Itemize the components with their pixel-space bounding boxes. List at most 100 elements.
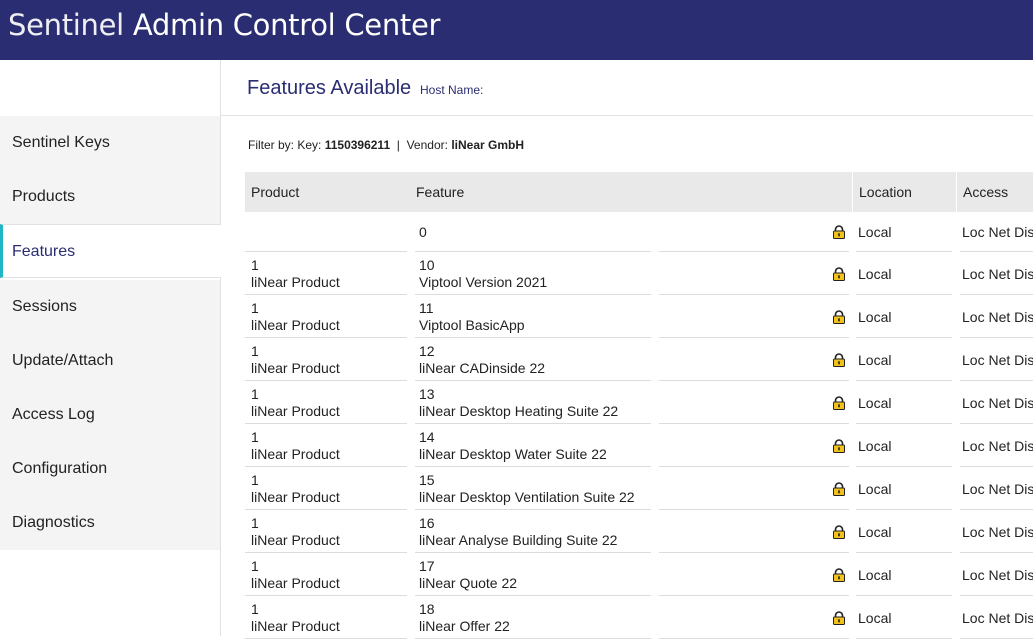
- top-bar: Sentinel Admin Control Center: [0, 0, 1033, 60]
- table-header: Product Feature Location Access: [245, 172, 1033, 212]
- access-value: Loc Net Dis: [962, 609, 1033, 626]
- main-content: Features Available Host Name: Filter by:…: [221, 60, 1033, 639]
- app-title-brand: Sentinel: [8, 8, 124, 42]
- filter-key[interactable]: 1150396211: [325, 138, 390, 152]
- sidebar-item-access-log[interactable]: Access Log: [0, 388, 220, 442]
- lock-icon: [832, 438, 846, 453]
- feature-name: liNear Desktop Heating Suite 22: [419, 403, 619, 419]
- location-value: Local: [858, 224, 892, 240]
- table-row[interactable]: 1 liNear Product 14 liNear Desktop Water Su…: [245, 424, 1033, 467]
- feature-name: liNear Analyse Building Suite 22: [419, 532, 618, 548]
- lock-icon: [832, 309, 846, 324]
- product-id: 1: [251, 343, 259, 359]
- product-id: 1: [251, 558, 259, 574]
- filter-vendor[interactable]: liNear GmbH: [451, 138, 524, 152]
- location-value: Local: [858, 265, 892, 282]
- lock-icon: [832, 225, 846, 239]
- product-id: 1: [251, 386, 259, 402]
- page-title: Features Available: [247, 77, 412, 99]
- lock-icon: [832, 266, 846, 281]
- lock-icon: [832, 524, 846, 539]
- sidebar: Sentinel Keys Products Features Sessions…: [0, 60, 221, 636]
- product-name: liNear Product: [251, 360, 340, 376]
- product-name: liNear Product: [251, 403, 340, 419]
- app-title-name: Admin Control Center: [132, 8, 441, 42]
- table-row[interactable]: 1 liNear Product 15 liNear Desktop Ventilat…: [245, 467, 1033, 510]
- access-value: Loc Net Dis: [962, 224, 1033, 240]
- lock-icon: [832, 352, 846, 367]
- access-value: Loc Net Dis: [962, 566, 1033, 583]
- feature-id: 13: [419, 386, 435, 402]
- access-value: Loc Net Dis: [962, 308, 1033, 325]
- product-id: 1: [251, 601, 259, 617]
- filter-prefix: Filter by: Key:: [248, 138, 322, 152]
- column-header-feature[interactable]: Feature: [410, 172, 851, 212]
- lock-icon: [832, 610, 846, 625]
- product-name: liNear Product: [251, 446, 340, 462]
- table-row[interactable]: 1 liNear Product 13 liNear Desktop Heating …: [245, 381, 1033, 424]
- access-value: Loc Net Dis: [962, 265, 1033, 282]
- sidebar-item-products[interactable]: Products: [0, 170, 220, 224]
- filter-bar: Filter by: Key: 1150396211 | Vendor: liN…: [248, 138, 524, 152]
- app-title: Sentinel Admin Control Center: [8, 8, 440, 42]
- feature-id: 18: [419, 601, 435, 617]
- access-value: Loc Net Dis: [962, 437, 1033, 454]
- location-value: Local: [858, 609, 892, 626]
- access-value: Loc Net Dis: [962, 351, 1033, 368]
- sidebar-item-configuration[interactable]: Configuration: [0, 442, 220, 496]
- host-name-label: Host Name:: [420, 83, 484, 97]
- feature-name: liNear Offer 22: [419, 618, 510, 634]
- product-id: 1: [251, 300, 259, 316]
- feature-name: liNear Desktop Water Suite 22: [419, 446, 607, 462]
- sidebar-item-sentinel-keys[interactable]: Sentinel Keys: [0, 116, 220, 170]
- location-value: Local: [858, 308, 892, 325]
- product-name: liNear Product: [251, 575, 340, 591]
- product-name: liNear Product: [251, 532, 340, 548]
- feature-id: 11: [419, 300, 434, 316]
- product-id: 1: [251, 472, 259, 488]
- product-id: 1: [251, 515, 259, 531]
- table-row[interactable]: 1 liNear Product 12 liNear CADinside 22 Loca…: [245, 338, 1033, 381]
- lock-icon: [832, 567, 846, 582]
- feature-name: liNear Desktop Ventilation Suite 22: [419, 489, 635, 505]
- location-value: Local: [858, 437, 892, 454]
- column-header-access[interactable]: Access: [956, 172, 1033, 212]
- access-value: Loc Net Dis: [962, 480, 1033, 497]
- table-row[interactable]: 1 liNear Product 17 liNear Quote 22 Local Loc…: [245, 553, 1033, 596]
- feature-name: Viptool Version 2021: [419, 274, 548, 290]
- product-name: liNear Product: [251, 317, 340, 333]
- table-row[interactable]: 1 liNear Product 11 Viptool BasicApp Local Lo…: [245, 295, 1033, 338]
- table-row[interactable]: 0 Local Loc Net Dis: [245, 212, 1033, 252]
- feature-id: 12: [419, 343, 435, 359]
- feature-id: 0: [419, 224, 427, 240]
- feature-id: 17: [419, 558, 435, 574]
- table-row[interactable]: 1 liNear Product 10 Viptool Version 2021 Loc…: [245, 252, 1033, 295]
- location-value: Local: [858, 394, 892, 411]
- sidebar-item-features[interactable]: Features: [0, 224, 221, 278]
- feature-id: 14: [419, 429, 435, 445]
- lock-icon: [832, 395, 846, 410]
- location-value: Local: [858, 566, 892, 583]
- product-name: liNear Product: [251, 489, 340, 505]
- product-id: 1: [251, 257, 259, 273]
- access-value: Loc Net Dis: [962, 523, 1033, 540]
- page-header: Features Available Host Name:: [221, 60, 1033, 116]
- table-row[interactable]: 1 liNear Product 18 liNear Offer 22 Local Loc…: [245, 596, 1033, 639]
- sidebar-item-diagnostics[interactable]: Diagnostics: [0, 496, 220, 550]
- location-value: Local: [858, 351, 892, 368]
- sidebar-item-sessions[interactable]: Sessions: [0, 280, 220, 334]
- feature-name: liNear CADinside 22: [419, 360, 546, 376]
- lock-icon: [832, 481, 846, 496]
- location-value: Local: [858, 523, 892, 540]
- column-header-location[interactable]: Location: [852, 172, 956, 212]
- table-row[interactable]: 1 liNear Product 16 liNear Analyse Building…: [245, 510, 1033, 553]
- sidebar-item-update-attach[interactable]: Update/Attach: [0, 334, 220, 388]
- filter-separator: |: [396, 138, 400, 152]
- feature-id: 16: [419, 515, 435, 531]
- column-header-product[interactable]: Product: [245, 172, 410, 212]
- access-value: Loc Net Dis: [962, 394, 1033, 411]
- feature-id: 10: [419, 257, 435, 273]
- location-value: Local: [858, 480, 892, 497]
- product-id: 1: [251, 429, 259, 445]
- feature-id: 15: [419, 472, 435, 488]
